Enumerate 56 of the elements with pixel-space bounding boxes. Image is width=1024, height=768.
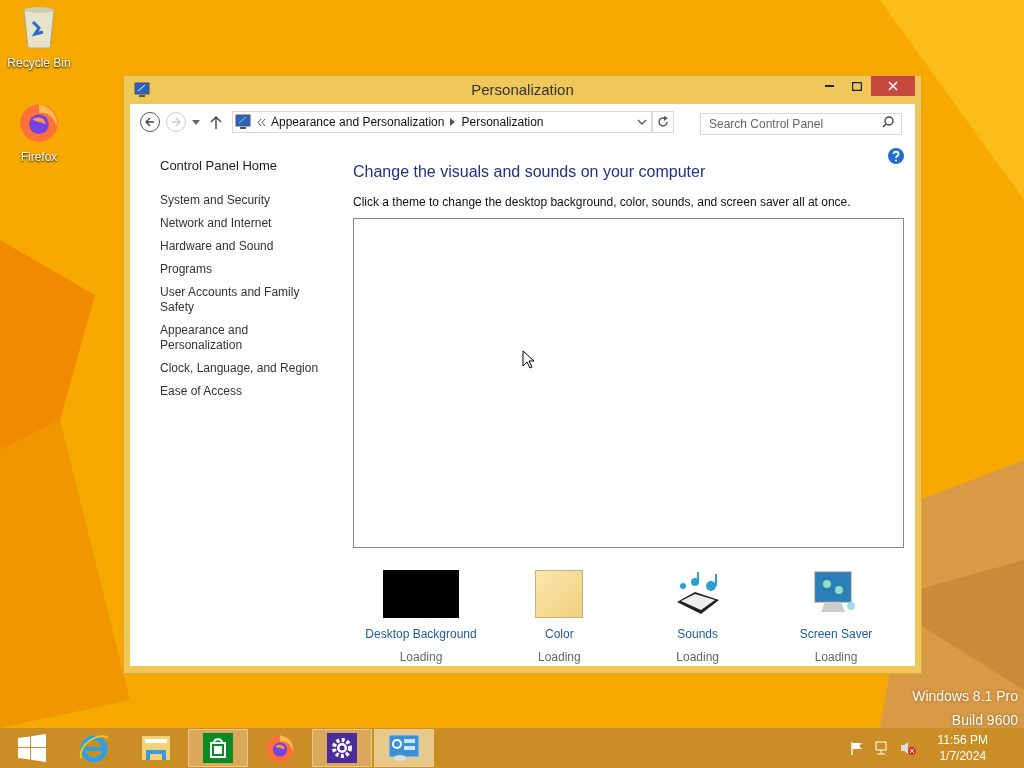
recycle-bin-icon — [21, 6, 57, 50]
category-link[interactable]: Programs — [160, 261, 320, 277]
control-panel-icon — [388, 734, 420, 762]
breadcrumb-item[interactable]: Personalization — [461, 113, 544, 131]
dropdown-caret-icon[interactable] — [192, 119, 200, 125]
setting-link[interactable]: Desktop Background — [365, 625, 477, 643]
monitor-icon — [235, 114, 251, 130]
setting-link[interactable]: Screen Saver — [799, 625, 873, 643]
setting-status: Loading — [814, 649, 858, 666]
refresh-button[interactable] — [652, 111, 674, 133]
browser-e-icon — [78, 732, 110, 764]
category-link[interactable]: Clock, Language, and Region — [160, 360, 320, 376]
setting-status: Loading — [537, 649, 581, 666]
taskbar-button[interactable] — [188, 729, 248, 767]
category-link[interactable]: Hardware and Sound — [160, 238, 320, 254]
monitor-icon — [134, 82, 150, 98]
taskbar-button[interactable] — [312, 729, 372, 767]
category-link[interactable]: Ease of Access — [160, 383, 320, 399]
breadcrumb-arrow-icon — [450, 118, 456, 126]
search-icon — [882, 116, 894, 128]
mouse-cursor-icon — [522, 350, 534, 369]
back-arrow-icon — [145, 117, 155, 127]
dropdown-chevron-icon[interactable] — [637, 119, 647, 125]
forward-arrow-icon — [171, 117, 181, 127]
setting-link[interactable]: Color — [545, 625, 574, 643]
window-title: Personalization — [471, 79, 574, 100]
firefox-icon — [264, 732, 296, 764]
double-chevron-icon — [257, 118, 265, 126]
category-link[interactable]: Network and Internet — [160, 215, 320, 231]
category-link[interactable]: Appearance and Personalization — [160, 322, 320, 353]
category-link[interactable]: System and Security — [160, 192, 320, 208]
settings-icon — [327, 733, 357, 763]
refresh-icon — [657, 116, 669, 128]
setting-status: Loading — [676, 649, 719, 666]
color-swatch — [535, 570, 584, 618]
address-bar[interactable]: Appearance and Personalization Personalization — [232, 111, 652, 133]
shopping-bag-icon — [203, 733, 233, 763]
setting-link[interactable]: Sounds — [677, 625, 718, 643]
help-icon[interactable] — [888, 148, 904, 164]
page-heading: Change the visuals and sounds on your computer — [353, 162, 707, 182]
search-field[interactable]: Search Control Panel — [700, 113, 902, 135]
edition-text: Build 9600 — [951, 711, 1018, 730]
minimize-icon — [824, 85, 834, 87]
folder-icon — [140, 734, 172, 762]
windows-logo-icon — [18, 734, 46, 762]
maximize-icon — [852, 81, 862, 91]
flag-icon[interactable] — [849, 741, 864, 755]
setting-status: Loading — [399, 649, 443, 666]
muted-speaker-icon[interactable] — [899, 741, 916, 755]
category-link[interactable]: User Accounts and Family Safety — [160, 284, 320, 315]
edition-text: Windows 8.1 Pro — [912, 687, 1018, 706]
control-panel-home-link[interactable]: Control Panel Home — [160, 156, 353, 176]
breadcrumb-item[interactable]: Appearance and Personalization — [271, 113, 445, 131]
close-icon — [888, 81, 898, 91]
page-description: Click a theme to change the desktop background, color, sounds, and screen saver all at once. — [353, 194, 852, 211]
up-arrow-icon[interactable] — [210, 115, 222, 129]
